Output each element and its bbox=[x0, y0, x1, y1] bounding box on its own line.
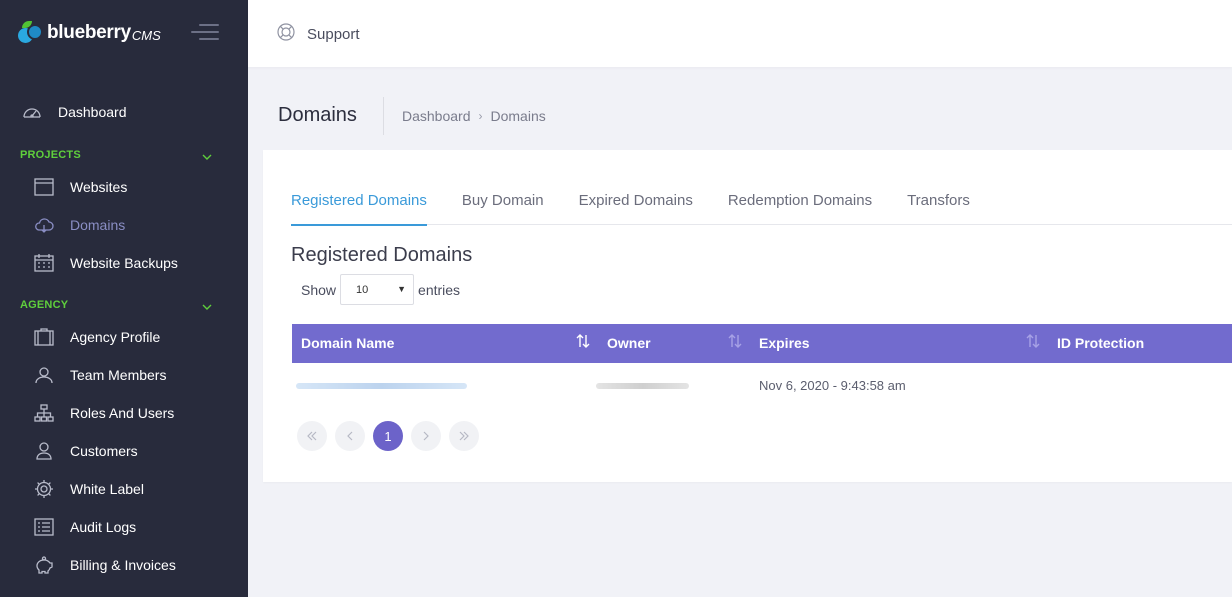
pagination: 1 bbox=[297, 421, 487, 451]
table-row[interactable]: Nov 6, 2020 - 9:43:58 am bbox=[292, 363, 1232, 409]
sort-icon[interactable] bbox=[1026, 333, 1040, 349]
sidebar-item-label: Website Backups bbox=[70, 255, 178, 271]
sidebar-item-white-label[interactable]: White Label bbox=[0, 472, 248, 506]
table-header: Domain Name Owner Expires ID Protection bbox=[292, 324, 1232, 363]
tab-registered-domains[interactable]: Registered Domains bbox=[291, 190, 427, 226]
column-header-expires[interactable]: Expires bbox=[759, 335, 810, 351]
cloud-icon bbox=[34, 215, 54, 235]
speedometer-icon bbox=[22, 102, 42, 122]
sidebar-item-label: Agency Profile bbox=[70, 329, 161, 345]
sidebar-item-website-backups[interactable]: Website Backups bbox=[0, 246, 248, 280]
sidebar-item-audit-logs[interactable]: Audit Logs bbox=[0, 510, 248, 544]
sidebar-item-label: Websites bbox=[70, 179, 128, 195]
chevron-down-icon[interactable] bbox=[201, 151, 213, 163]
next-page-button[interactable] bbox=[411, 421, 441, 451]
brand-logo[interactable]: blueberry CMS bbox=[18, 20, 161, 46]
sidebar-item-customers[interactable]: Customers bbox=[0, 434, 248, 468]
breadcrumb-dashboard-link[interactable]: Dashboard bbox=[402, 108, 471, 124]
column-header-id-protection[interactable]: ID Protection bbox=[1057, 335, 1144, 351]
expires-cell: Nov 6, 2020 - 9:43:58 am bbox=[759, 378, 906, 393]
sidebar-item-label: Domains bbox=[70, 217, 126, 233]
section-heading: Registered Domains bbox=[291, 244, 473, 266]
tab-expired-domains[interactable]: Expired Domains bbox=[579, 190, 693, 225]
chevron-right-icon: › bbox=[478, 109, 483, 123]
entries-select-value: 10 bbox=[356, 284, 369, 296]
piggy-bank-icon bbox=[34, 555, 54, 575]
gear-icon bbox=[34, 479, 54, 499]
section-title-projects[interactable]: PROJECTS bbox=[20, 149, 81, 161]
tab-redemption-domains[interactable]: Redemption Domains bbox=[728, 190, 872, 225]
chevron-down-icon[interactable] bbox=[201, 301, 213, 313]
brand-suffix: CMS bbox=[131, 27, 161, 43]
sidebar-item-billing-invoices[interactable]: Billing & Invoices bbox=[0, 548, 248, 582]
double-chevron-left-icon bbox=[307, 431, 317, 441]
sidebar: blueberry CMS Dashboard PROJECTS Website… bbox=[0, 0, 248, 597]
show-label: Show bbox=[301, 281, 337, 298]
chevron-left-icon bbox=[347, 431, 353, 441]
sidebar-item-label: Audit Logs bbox=[70, 519, 137, 535]
tab-transfers[interactable]: Transfors bbox=[907, 190, 970, 225]
sidebar-item-roles-and-users[interactable]: Roles And Users bbox=[0, 396, 248, 430]
brand-name: blueberry bbox=[47, 22, 131, 43]
sort-icon[interactable] bbox=[728, 333, 742, 349]
redacted-owner bbox=[596, 383, 689, 389]
sidebar-item-label: Team Members bbox=[70, 367, 167, 383]
sidebar-item-domains[interactable]: Domains bbox=[0, 208, 248, 242]
sidebar-item-label: Roles And Users bbox=[70, 405, 175, 421]
lifebuoy-icon bbox=[276, 22, 296, 47]
last-page-button[interactable] bbox=[449, 421, 479, 451]
menu-toggle-icon[interactable] bbox=[191, 24, 219, 42]
team-user-icon bbox=[34, 365, 54, 385]
calendar-icon bbox=[34, 253, 54, 273]
sidebar-item-websites[interactable]: Websites bbox=[0, 170, 248, 204]
section-title-agency[interactable]: AGENCY bbox=[20, 299, 68, 311]
briefcase-icon bbox=[34, 327, 54, 347]
chevron-right-icon bbox=[423, 431, 429, 441]
length-menu: Show 10 ▼ entries bbox=[301, 274, 460, 305]
column-header-owner[interactable]: Owner bbox=[607, 335, 651, 351]
customer-user-icon bbox=[34, 441, 54, 461]
sidebar-item-label: Billing & Invoices bbox=[70, 557, 176, 573]
support-label: Support bbox=[307, 26, 360, 43]
sort-icon[interactable] bbox=[576, 333, 590, 349]
entries-select[interactable]: 10 ▼ bbox=[340, 274, 415, 305]
browser-window-icon bbox=[34, 177, 54, 197]
sidebar-item-label: Customers bbox=[70, 443, 138, 459]
blueberry-logo-icon bbox=[18, 21, 44, 45]
hierarchy-icon bbox=[34, 403, 54, 423]
previous-page-button[interactable] bbox=[335, 421, 365, 451]
sidebar-item-agency-profile[interactable]: Agency Profile bbox=[0, 320, 248, 354]
caret-down-icon: ▼ bbox=[397, 284, 407, 294]
entries-label: entries bbox=[418, 281, 461, 298]
support-link[interactable]: Support bbox=[276, 22, 360, 47]
sidebar-item-team-members[interactable]: Team Members bbox=[0, 358, 248, 392]
column-header-domain-name[interactable]: Domain Name bbox=[301, 335, 394, 351]
tab-buy-domain[interactable]: Buy Domain bbox=[462, 190, 544, 225]
list-document-icon bbox=[34, 517, 54, 537]
sidebar-item-dashboard[interactable]: Dashboard bbox=[0, 95, 248, 129]
redacted-domain-name[interactable] bbox=[296, 383, 467, 389]
domain-tabs: Registered Domains Buy Domain Expired Do… bbox=[291, 190, 1232, 226]
sidebar-item-label: White Label bbox=[70, 481, 144, 497]
page-button-current[interactable]: 1 bbox=[373, 421, 403, 451]
domains-card: Registered Domains Buy Domain Expired Do… bbox=[263, 150, 1232, 482]
domains-table: Domain Name Owner Expires ID Protection … bbox=[292, 324, 1232, 409]
sidebar-item-label: Dashboard bbox=[58, 104, 127, 120]
double-chevron-right-icon bbox=[459, 431, 469, 441]
breadcrumb: Dashboard › Domains bbox=[402, 108, 546, 124]
page-title: Domains bbox=[278, 104, 357, 126]
breadcrumb-current: Domains bbox=[490, 108, 546, 124]
topbar: Support bbox=[248, 0, 1232, 67]
first-page-button[interactable] bbox=[297, 421, 327, 451]
title-divider bbox=[383, 97, 384, 135]
